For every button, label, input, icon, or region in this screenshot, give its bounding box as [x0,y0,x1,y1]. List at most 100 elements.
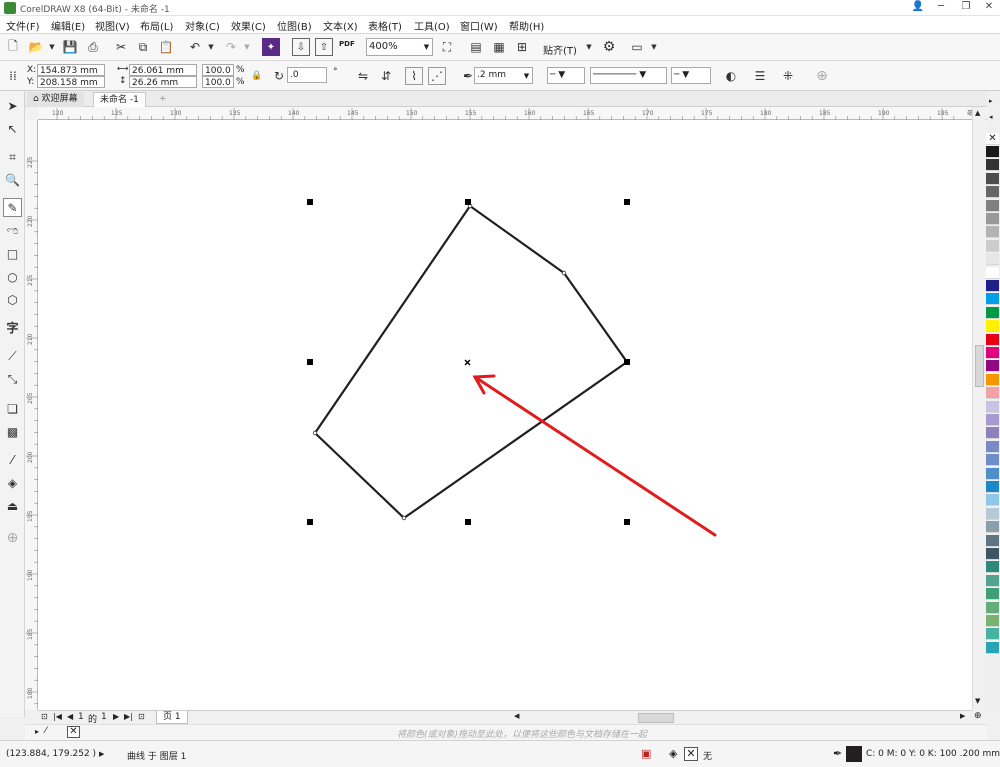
color-swatch[interactable] [986,628,999,641]
edit-nodes-icon[interactable]: ⋰ [428,67,446,85]
color-swatch[interactable] [986,641,999,654]
add-page-after-icon[interactable]: ⊡ [138,712,145,721]
interactive-fill-tool-icon[interactable]: ◈ [3,473,22,492]
previous-page-icon[interactable]: ◀ [67,712,73,721]
x-position-field[interactable]: 154.873 mm [37,64,105,76]
account-icon[interactable]: 👤 [907,0,929,15]
palette-expand-icon[interactable]: ◂ [989,113,993,121]
save-icon[interactable]: 💾 [61,38,79,56]
import-icon[interactable]: ⇩ [292,38,310,56]
drawing-canvas[interactable] [38,120,972,710]
color-swatch[interactable] [986,266,999,279]
menu-object[interactable]: 对象(C) [185,18,220,33]
wrap-text-icon[interactable]: ☰ [751,67,769,85]
color-swatch[interactable] [986,306,999,319]
color-swatch[interactable] [986,159,999,172]
scroll-left-icon[interactable]: ◀ [514,712,519,720]
color-swatch[interactable] [986,414,999,426]
color-swatch[interactable] [986,360,999,373]
pick-tool-icon[interactable]: ➤ [3,96,22,115]
cut-icon[interactable]: ✂ [112,38,130,56]
ruler-origin[interactable] [25,107,38,120]
no-color-swatch-icon[interactable]: ✕ [986,133,999,145]
color-swatch[interactable] [986,427,999,440]
tab-document[interactable]: 未命名 -1 [93,92,146,107]
drop-shadow-tool-icon[interactable]: ❏ [3,399,22,418]
minimize-button[interactable]: ─ [930,0,952,15]
close-path-icon[interactable]: ◐ [722,67,740,85]
polygon-tool-icon[interactable]: ⬡ [3,290,22,309]
color-swatch[interactable] [986,146,999,158]
fill-none-swatch-icon[interactable]: ✕ [684,747,698,761]
print-icon[interactable]: ⎙ [84,38,102,56]
options-gear-icon[interactable]: ⚙ [600,38,618,56]
color-swatch[interactable] [986,400,999,413]
menu-bitmaps[interactable]: 位图(B) [277,18,312,33]
color-swatch[interactable] [986,521,999,534]
quick-customize-icon[interactable]: ⊕ [813,67,831,85]
rotation-icon[interactable]: ↻ [270,67,288,85]
menu-layout[interactable]: 布局(L) [140,18,173,33]
scale-height-field[interactable]: 100.0 [202,76,234,88]
palette-menu-icon[interactable]: ▸ [35,727,39,736]
close-button[interactable]: ✕ [978,0,1000,15]
color-swatch[interactable] [986,226,999,239]
add-page-before-icon[interactable]: ⊡ [41,712,48,721]
selection-handle[interactable] [307,359,313,365]
scroll-up-icon[interactable]: ▲ [975,109,980,117]
menu-effects[interactable]: 效果(C) [231,18,266,33]
color-swatch[interactable] [986,507,999,520]
zoom-dropdown-icon[interactable]: ▼ [421,38,433,56]
width-field[interactable]: 26.061 mm [129,64,197,76]
color-swatch[interactable] [986,213,999,225]
palette-scroll-up-icon[interactable]: ▸ [989,97,993,105]
artistic-media-tool-icon[interactable]: ಌ [3,221,22,240]
page-tab[interactable]: 页 1 [156,711,188,724]
vertical-ruler[interactable]: 225 220 215 210 205 200 195 190 185 180 [25,120,38,710]
publish-pdf-icon[interactable]: PDF [339,40,355,48]
menu-text[interactable]: 文本(X) [323,18,358,33]
vertical-scrollbar[interactable]: ▲ ▼ [972,107,986,710]
selected-curve-shape[interactable] [313,204,629,520]
scroll-down-icon[interactable]: ▼ [975,697,980,705]
search-content-icon[interactable]: ✦ [262,38,280,56]
selection-handle[interactable] [624,519,630,525]
color-swatch[interactable] [986,494,999,507]
menu-edit[interactable]: 编辑(E) [51,18,85,33]
color-swatch[interactable] [986,373,999,386]
color-swatch[interactable] [986,186,999,199]
menu-view[interactable]: 视图(V) [95,18,130,33]
open-dropdown-icon[interactable]: ▼ [43,38,61,56]
horizontal-ruler[interactable]: 120 125 130 135 140 145 150 155 160 165 170 175 180 1… [38,107,987,120]
copy-icon[interactable]: ⧉ [134,38,152,56]
scroll-right-icon[interactable]: ▶ [960,712,965,720]
snap-to-menu[interactable]: 贴齐(T) [543,42,577,57]
last-page-icon[interactable]: ▶| [124,712,133,721]
menu-file[interactable]: 文件(F) [6,18,40,33]
show-grid-icon[interactable]: ▦ [490,38,508,56]
new-document-icon[interactable]: 🗋 [4,38,22,56]
redo-dropdown-icon[interactable]: ▼ [238,38,256,56]
color-swatch[interactable] [986,548,999,560]
menu-help[interactable]: 帮助(H) [509,18,544,33]
application-launcher-icon[interactable]: ▭ [628,38,646,56]
text-tool-icon[interactable]: 字 [3,318,22,337]
color-swatch[interactable] [986,615,999,627]
status-expand-icon[interactable]: ▶ [99,750,104,758]
scale-width-field[interactable]: 100.0 [202,64,234,76]
selection-handle[interactable] [465,199,471,205]
color-swatch[interactable] [986,333,999,346]
reduce-nodes-icon[interactable]: ⁜ [779,67,797,85]
end-arrowhead-select[interactable]: ─ ▼ [671,67,711,84]
no-fill-swatch-icon[interactable]: ✕ [67,726,80,738]
eyedropper-small-icon[interactable]: ⁄ [45,726,47,736]
zoom-tool-icon[interactable]: 🔍 [3,170,22,189]
paste-icon[interactable]: 📋 [157,38,175,56]
color-swatch[interactable] [986,574,999,587]
add-tab-button[interactable]: + [153,92,173,107]
color-swatch[interactable] [986,561,999,574]
selection-handle[interactable] [465,519,471,525]
shape-tool-icon[interactable]: ↖ [3,119,22,138]
zoom-level-field[interactable]: 400% [366,38,422,56]
connector-tool-icon[interactable]: ⤡ [3,370,22,389]
